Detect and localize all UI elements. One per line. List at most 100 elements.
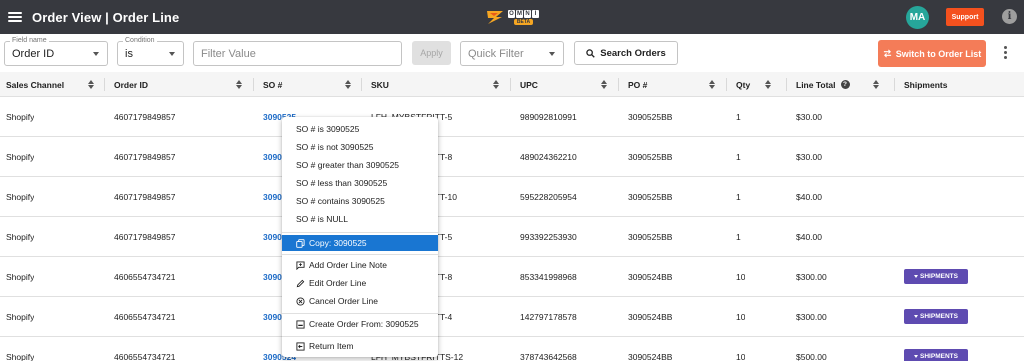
logo-letter: O bbox=[508, 9, 515, 18]
column-header-so[interactable]: SO # bbox=[263, 72, 282, 97]
return-icon bbox=[296, 342, 305, 351]
cell-po: 3090525BB bbox=[628, 231, 673, 242]
search-icon bbox=[586, 48, 596, 58]
context-menu: SO # is 3090525 SO # is not 3090525 SO #… bbox=[282, 117, 438, 357]
cell-upc: 993392253930 bbox=[520, 231, 577, 242]
menu-item-edit[interactable]: Edit Order Line bbox=[282, 275, 438, 291]
column-header-qty[interactable]: Qty bbox=[736, 72, 750, 97]
info-icon[interactable]: i bbox=[1002, 9, 1017, 24]
menu-item-so-contains[interactable]: SO # contains 3090525 bbox=[282, 193, 438, 209]
sort-icon[interactable] bbox=[709, 80, 716, 90]
shipments-button[interactable]: SHIPMENTS bbox=[904, 349, 968, 361]
pencil-icon bbox=[296, 279, 305, 288]
cell-order-id: 4607179849857 bbox=[114, 191, 176, 202]
table-row[interactable]: Shopify46071798498573090525LFH_MYBSTFRIT… bbox=[0, 217, 1024, 257]
table-row[interactable]: Shopify46071798498573090525LFH_MYBSTFRIT… bbox=[0, 137, 1024, 177]
menu-item-cancel[interactable]: Cancel Order Line bbox=[282, 293, 438, 309]
table-row[interactable]: Shopify46071798498573090525LFH_MYBSTFRIT… bbox=[0, 177, 1024, 217]
sort-icon[interactable] bbox=[236, 80, 243, 90]
beta-badge: BETA bbox=[513, 18, 534, 25]
table-header: Sales Channel Order ID SO # SKU UPC PO #… bbox=[0, 72, 1024, 97]
menu-item-create-order[interactable]: Create Order From: 3090525 bbox=[282, 316, 438, 332]
copy-icon bbox=[296, 239, 305, 248]
menu-item-so-is-not[interactable]: SO # is not 3090525 bbox=[282, 139, 438, 155]
cell-line-total: $40.00 bbox=[796, 191, 822, 202]
cell-sales-channel: Shopify bbox=[6, 111, 35, 122]
column-header-shipments[interactable]: Shipments bbox=[904, 72, 947, 97]
cell-sales-channel: Shopify bbox=[6, 231, 35, 242]
shipments-label: SHIPMENTS bbox=[920, 273, 958, 280]
menu-divider bbox=[282, 232, 438, 233]
sort-icon[interactable] bbox=[601, 80, 608, 90]
field-name-select[interactable]: Field name Order ID bbox=[4, 36, 108, 66]
chevron-down-icon bbox=[914, 355, 919, 358]
sort-icon[interactable] bbox=[873, 80, 880, 90]
column-header-line-total[interactable]: Line Total ? bbox=[796, 72, 850, 97]
filter-value-input[interactable]: Filter Value bbox=[193, 41, 402, 66]
chevron-down-icon bbox=[914, 275, 919, 278]
cell-qty: 1 bbox=[736, 111, 741, 122]
sort-icon[interactable] bbox=[765, 80, 772, 90]
cell-order-id: 4606554734721 bbox=[114, 351, 176, 361]
table-row[interactable]: Shopify46065547347213090524LFH_MYBSTFRIT… bbox=[0, 337, 1024, 361]
filter-value-placeholder: Filter Value bbox=[201, 47, 256, 60]
help-icon[interactable]: ? bbox=[840, 80, 850, 89]
sort-icon[interactable] bbox=[493, 80, 500, 90]
more-options-icon[interactable] bbox=[1004, 46, 1008, 59]
sort-icon[interactable] bbox=[88, 80, 95, 90]
table-row[interactable]: Shopify46065547347213090524LFH_MYBSTFRIT… bbox=[0, 257, 1024, 297]
apply-button[interactable]: Apply bbox=[412, 41, 451, 65]
cell-po: 3090525BB bbox=[628, 111, 673, 122]
cell-upc: 489024362210 bbox=[520, 151, 577, 162]
table-row[interactable]: Shopify46071798498573090525LFH_MYBSTFRIT… bbox=[0, 97, 1024, 137]
shipments-label: SHIPMENTS bbox=[920, 353, 958, 360]
menu-item-so-is[interactable]: SO # is 3090525 bbox=[282, 121, 438, 137]
sort-icon[interactable] bbox=[345, 80, 352, 90]
menu-item-copy[interactable]: Copy: 3090525 bbox=[282, 235, 438, 251]
menu-item-add-note[interactable]: Add Order Line Note bbox=[282, 257, 438, 273]
column-header-po[interactable]: PO # bbox=[628, 72, 647, 97]
switch-to-order-list-button[interactable]: Switch to Order List bbox=[878, 40, 986, 67]
cell-line-total: $500.00 bbox=[796, 351, 827, 361]
table-row[interactable]: Shopify46065547347213090524LFH_MYBSTFRIT… bbox=[0, 297, 1024, 337]
cell-order-id: 4607179849857 bbox=[114, 151, 176, 162]
chevron-down-icon bbox=[169, 52, 175, 56]
cell-line-total: $40.00 bbox=[796, 231, 822, 242]
cell-qty: 10 bbox=[736, 271, 746, 282]
cell-order-id: 4606554734721 bbox=[114, 271, 176, 282]
menu-item-so-greater-than[interactable]: SO # greater than 3090525 bbox=[282, 157, 438, 173]
condition-select[interactable]: Condition is bbox=[117, 36, 184, 66]
cell-upc: 142797178578 bbox=[520, 311, 577, 322]
cell-order-id: 4607179849857 bbox=[114, 111, 176, 122]
menu-item-so-is-null[interactable]: SO # is NULL bbox=[282, 211, 438, 227]
cell-po: 3090524BB bbox=[628, 311, 673, 322]
logo-letter: N bbox=[524, 9, 531, 18]
cell-po: 3090525BB bbox=[628, 151, 673, 162]
field-name-value: Order ID bbox=[12, 47, 55, 60]
user-avatar[interactable]: MA bbox=[906, 6, 929, 29]
menu-item-so-less-than[interactable]: SO # less than 3090525 bbox=[282, 175, 438, 191]
field-name-legend: Field name bbox=[10, 36, 49, 45]
cell-line-total: $30.00 bbox=[796, 111, 822, 122]
cell-upc: 989092810991 bbox=[520, 111, 577, 122]
page-title: Order View | Order Line bbox=[32, 9, 180, 25]
quick-filter-placeholder: Quick Filter bbox=[468, 47, 524, 60]
cell-sales-channel: Shopify bbox=[6, 151, 35, 162]
support-button[interactable]: Support bbox=[946, 8, 984, 26]
menu-icon[interactable] bbox=[8, 12, 22, 22]
menu-item-return[interactable]: Return Item bbox=[282, 338, 438, 354]
quick-filter-select[interactable]: Quick Filter bbox=[460, 41, 564, 66]
menu-divider bbox=[282, 254, 438, 255]
add-note-label: Add Order Line Note bbox=[309, 260, 387, 270]
column-header-sales-channel[interactable]: Sales Channel bbox=[6, 72, 64, 97]
omni-logo-mark-icon bbox=[487, 11, 503, 24]
shipments-button[interactable]: SHIPMENTS bbox=[904, 269, 968, 284]
logo-letter: I bbox=[532, 9, 539, 18]
search-orders-button[interactable]: Search Orders bbox=[574, 41, 678, 65]
edit-label: Edit Order Line bbox=[309, 278, 367, 288]
shipments-button[interactable]: SHIPMENTS bbox=[904, 309, 968, 324]
column-header-order-id[interactable]: Order ID bbox=[114, 72, 148, 97]
column-header-upc[interactable]: UPC bbox=[520, 72, 538, 97]
condition-legend: Condition bbox=[123, 36, 157, 45]
column-header-sku[interactable]: SKU bbox=[371, 72, 389, 97]
